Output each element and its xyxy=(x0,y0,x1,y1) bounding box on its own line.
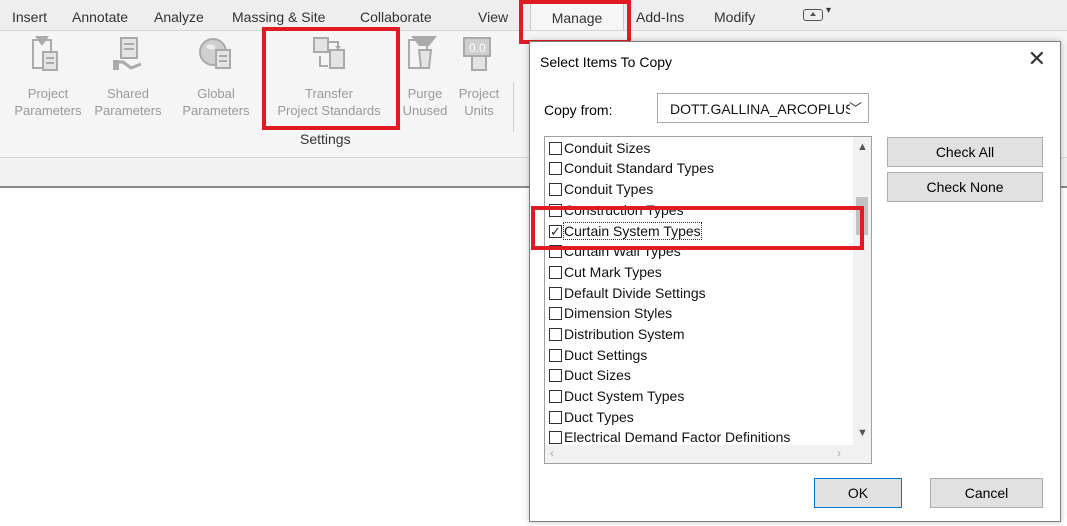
copy-from-value: DOTT.GALLINA_ARCOPLUS62 xyxy=(670,101,850,117)
units-icon: 0.0 xyxy=(463,37,491,71)
checkbox[interactable] xyxy=(549,328,562,341)
checkbox[interactable] xyxy=(549,390,562,403)
list-item-label: Dimension Styles xyxy=(564,305,673,321)
chevron-down-icon: ﹀ xyxy=(848,101,862,116)
list-item-label: Distribution System xyxy=(564,326,685,342)
list-item-label: Default Divide Settings xyxy=(564,285,706,301)
vertical-scrollbar[interactable]: ▲ ▼ xyxy=(853,137,871,447)
list-item-label: Duct Sizes xyxy=(564,367,631,383)
scroll-left-icon[interactable]: ‹ xyxy=(550,446,554,460)
checkbox[interactable] xyxy=(549,183,562,196)
items-listbox[interactable]: Conduit Sizes Conduit Standard Types Con… xyxy=(544,136,872,464)
ribbon-label-line1: Project xyxy=(27,86,69,101)
copy-from-label: Copy from: xyxy=(544,102,613,118)
scroll-down-icon[interactable]: ▼ xyxy=(857,427,868,439)
list-item[interactable]: Duct Sizes xyxy=(549,365,631,385)
contextual-tab-icon[interactable] xyxy=(803,9,823,21)
shared-parameters-icon xyxy=(113,37,142,70)
checkbox[interactable] xyxy=(549,307,562,320)
scrollbar-corner xyxy=(853,445,871,463)
tab-insert[interactable]: Insert xyxy=(12,0,47,30)
list-item[interactable]: Electrical Demand Factor Definitions xyxy=(549,427,790,447)
list-item[interactable]: Default Divide Settings xyxy=(549,283,706,303)
ribbon-label-line2: Parameters xyxy=(14,103,82,118)
panel-separator xyxy=(513,82,514,132)
copy-from-dropdown[interactable]: DOTT.GALLINA_ARCOPLUS62 ﹀ xyxy=(657,93,869,123)
list-item[interactable]: Duct Settings xyxy=(549,345,647,365)
settings-panel-label: Settings xyxy=(300,131,351,147)
list-item[interactable]: Conduit Sizes xyxy=(549,138,650,158)
checkbox[interactable] xyxy=(549,411,562,424)
global-parameters-icon xyxy=(199,38,231,69)
checkbox[interactable] xyxy=(549,162,562,175)
cancel-button[interactable]: Cancel xyxy=(930,478,1043,508)
list-item[interactable]: Duct Types xyxy=(549,407,634,427)
horizontal-scrollbar[interactable]: ‹ › xyxy=(545,445,855,463)
tab-collaborate[interactable]: Collaborate xyxy=(360,0,432,30)
tab-massing-site[interactable]: Massing & Site xyxy=(232,0,325,30)
list-item-label: Conduit Sizes xyxy=(564,140,651,156)
ribbon-label-line1: Purge xyxy=(407,86,443,101)
list-item-label: Duct System Types xyxy=(564,388,685,404)
ribbon-label-line2: Parameters xyxy=(182,103,250,118)
scroll-up-icon[interactable]: ▲ xyxy=(857,141,868,153)
check-all-button[interactable]: Check All xyxy=(887,137,1043,167)
ribbon-label-line1: Project xyxy=(458,86,500,101)
checkbox[interactable] xyxy=(549,369,562,382)
list-item-label: Cut Mark Types xyxy=(564,264,662,280)
tab-modify[interactable]: Modify xyxy=(714,0,755,30)
list-item[interactable]: Conduit Types xyxy=(549,179,653,199)
tab-annotate[interactable]: Annotate xyxy=(72,0,128,30)
manage-tab-highlight xyxy=(519,0,631,44)
checkbox[interactable] xyxy=(549,349,562,362)
svg-text:0.0: 0.0 xyxy=(469,41,486,55)
ribbon-label-line2: Units xyxy=(464,103,494,118)
checkbox[interactable] xyxy=(549,266,562,279)
list-item-label: Conduit Standard Types xyxy=(564,160,714,176)
list-item[interactable]: Duct System Types xyxy=(549,386,684,406)
chevron-down-icon[interactable]: ▾ xyxy=(826,5,831,16)
list-item-label: Duct Settings xyxy=(564,347,648,363)
checkbox[interactable] xyxy=(549,431,562,444)
tab-add-ins[interactable]: Add-Ins xyxy=(636,0,684,30)
close-icon[interactable]: ✕ xyxy=(1028,48,1046,70)
checked-item-highlight xyxy=(531,206,864,250)
list-item-label: Electrical Demand Factor Definitions xyxy=(564,429,791,445)
transfer-standards-highlight xyxy=(262,27,400,130)
list-item[interactable]: Cut Mark Types xyxy=(549,262,662,282)
list-item-label: Conduit Types xyxy=(564,181,654,197)
ribbon-label-line2: Unused xyxy=(402,103,448,118)
dialog-title: Select Items To Copy xyxy=(540,54,673,70)
list-item[interactable]: Dimension Styles xyxy=(549,303,672,323)
scroll-right-icon[interactable]: › xyxy=(837,446,841,460)
ribbon-label-line1: Shared xyxy=(107,86,149,101)
list-item-label: Duct Types xyxy=(564,409,634,425)
ribbon-label-line2: Parameters xyxy=(94,103,162,118)
project-parameters-icon xyxy=(32,36,58,71)
check-none-button[interactable]: Check None xyxy=(887,172,1043,202)
ok-button[interactable]: OK xyxy=(814,478,902,508)
list-item[interactable]: Conduit Standard Types xyxy=(549,158,714,178)
tab-analyze[interactable]: Analyze xyxy=(154,0,204,30)
select-items-dialog: Select Items To Copy ✕ Copy from: DOTT.G… xyxy=(529,41,1061,522)
purge-icon xyxy=(408,36,437,69)
checkbox[interactable] xyxy=(549,142,562,155)
list-item[interactable]: Distribution System xyxy=(549,324,685,344)
ribbon-label-line1: Global xyxy=(197,86,235,101)
checkbox[interactable] xyxy=(549,287,562,300)
